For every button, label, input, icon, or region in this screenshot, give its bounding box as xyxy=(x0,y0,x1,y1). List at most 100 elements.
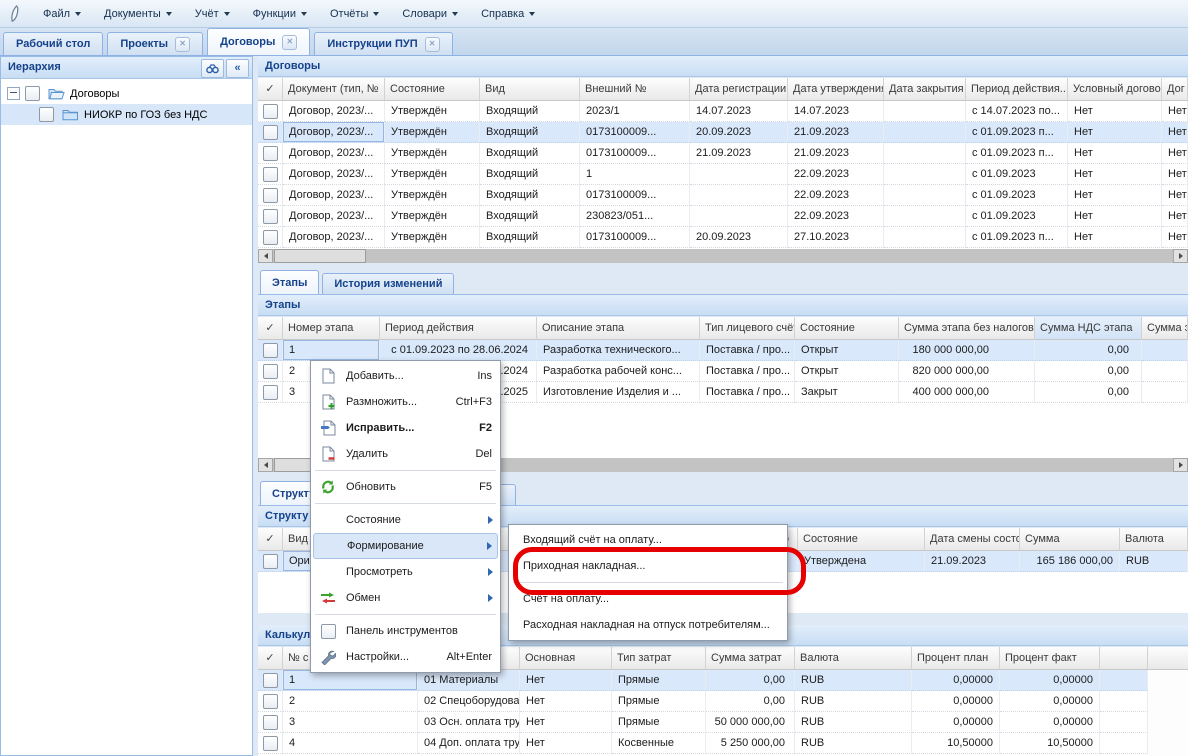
cell[interactable]: Изготовление Изделия и ... xyxy=(537,382,700,403)
cell[interactable]: 02 Спецоборудование xyxy=(418,691,520,712)
cell[interactable]: 0,00000 xyxy=(912,670,1000,691)
cell[interactable]: Утверждён xyxy=(385,185,480,206)
header-period[interactable]: Период действия xyxy=(380,317,537,340)
cell[interactable]: 0,00000 xyxy=(1000,712,1100,733)
header-description[interactable]: Описание этапа xyxy=(537,317,700,340)
header-close-date[interactable]: Дата закрытия xyxy=(884,78,966,101)
cell[interactable]: 20.09.2023 xyxy=(690,227,788,248)
cell[interactable]: с 01.09.2023 п... xyxy=(966,227,1068,248)
row-checkbox[interactable] xyxy=(263,736,278,751)
row-checkbox-cell[interactable] xyxy=(258,143,283,164)
cell[interactable]: 22.09.2023 xyxy=(788,185,884,206)
row-checkbox[interactable] xyxy=(263,209,278,224)
header-cost-type[interactable]: Тип затрат xyxy=(612,647,706,670)
cell[interactable]: Нет xyxy=(1068,164,1162,185)
tab-contracts[interactable]: Договоры✕ xyxy=(207,28,310,55)
cell[interactable]: Входящий xyxy=(480,185,580,206)
header-cost-sum[interactable]: Сумма затрат xyxy=(706,647,795,670)
tab-instructions[interactable]: Инструкции ПУП✕ xyxy=(314,32,452,55)
header-reg-date[interactable]: Дата регистрации. xyxy=(690,78,788,101)
cell[interactable]: 1 xyxy=(283,340,380,361)
cell[interactable]: 1 xyxy=(283,670,418,691)
row-checkbox-cell[interactable] xyxy=(258,551,283,572)
cell[interactable]: Открыт xyxy=(795,361,899,382)
header-check-column[interactable]: ✓ xyxy=(258,528,283,551)
tree-node-checkbox[interactable] xyxy=(25,86,40,101)
menu-item-toolbar[interactable]: Панель инструментов xyxy=(313,618,498,644)
row-checkbox-cell[interactable] xyxy=(258,164,283,185)
menu-item-exchange[interactable]: Обмен xyxy=(313,585,498,611)
collapse-panel-button[interactable]: « xyxy=(226,59,249,78)
cell[interactable]: Утверждён xyxy=(385,206,480,227)
row-checkbox[interactable] xyxy=(263,125,278,140)
cell[interactable]: Входящий xyxy=(480,227,580,248)
cell[interactable] xyxy=(884,185,966,206)
header-percent-plan[interactable]: Процент план xyxy=(912,647,1000,670)
cell[interactable]: 27.10.2023 xyxy=(788,227,884,248)
tab-history[interactable]: История изменений xyxy=(322,273,454,294)
scroll-left-arrow[interactable] xyxy=(258,458,273,472)
header-conditional[interactable]: Условный договор xyxy=(1068,78,1162,101)
cell[interactable]: Открыт xyxy=(795,340,899,361)
cell[interactable]: Прямые xyxy=(612,670,706,691)
cell[interactable]: Разработка технического... xyxy=(537,340,700,361)
row-checkbox-cell[interactable] xyxy=(258,227,283,248)
row-checkbox-cell[interactable] xyxy=(258,101,283,122)
row-checkbox[interactable] xyxy=(263,694,278,709)
cell[interactable]: Входящий xyxy=(480,164,580,185)
table-row[interactable]: Договор, 2023/... Утверждён Входящий 017… xyxy=(258,143,1188,164)
cell[interactable]: 10,50000 xyxy=(912,733,1000,754)
cell[interactable]: RUB xyxy=(795,733,912,754)
cell[interactable]: RUB xyxy=(795,670,912,691)
cell[interactable]: с 01.09.2023 п... xyxy=(966,143,1068,164)
cell[interactable]: Нет xyxy=(1068,206,1162,227)
cell[interactable]: RUB xyxy=(795,691,912,712)
tree-node-niokr[interactable]: НИОКР по ГОЗ без НДС xyxy=(1,104,252,125)
cell[interactable]: 1 xyxy=(580,164,690,185)
cell[interactable]: 400 000 000,00 xyxy=(899,382,1035,403)
cell[interactable]: Закрыт xyxy=(795,382,899,403)
row-checkbox[interactable] xyxy=(263,188,278,203)
menu-item-settings[interactable]: Настройки... Alt+Enter xyxy=(313,644,498,670)
row-checkbox-cell[interactable] xyxy=(258,122,283,143)
cell[interactable]: с 01.09.2023 xyxy=(966,206,1068,227)
submenu-item-payment-invoice[interactable]: Счёт на оплату... xyxy=(511,586,785,612)
cell[interactable]: 22.09.2023 xyxy=(788,206,884,227)
cell[interactable]: Нет xyxy=(1068,185,1162,206)
row-checkbox-cell[interactable] xyxy=(258,340,283,361)
menu-item-delete[interactable]: Удалить Del xyxy=(313,441,498,467)
menu-documents[interactable]: Документы xyxy=(97,1,179,27)
cell[interactable]: Косвенные xyxy=(612,733,706,754)
cell[interactable]: 230823/051... xyxy=(580,206,690,227)
header-currency[interactable]: Валюта xyxy=(795,647,912,670)
cell[interactable]: 0,00000 xyxy=(1000,691,1100,712)
cell[interactable]: 01 Материалы xyxy=(418,670,520,691)
header-main[interactable]: Основная xyxy=(520,647,612,670)
row-checkbox[interactable] xyxy=(263,364,278,379)
header-cut[interactable]: Сумма эт xyxy=(1142,317,1188,340)
cell[interactable]: 21.09.2023 xyxy=(690,143,788,164)
cell[interactable]: Нет xyxy=(520,733,612,754)
cell[interactable]: Нет xyxy=(1068,227,1162,248)
row-checkbox[interactable] xyxy=(263,104,278,119)
table-row[interactable]: 3 03 Осн. оплата труда Нет Прямые 50 000… xyxy=(258,712,1148,733)
header-period[interactable]: Период действия.. xyxy=(966,78,1068,101)
table-row[interactable]: Договор, 2023/... Утверждён Входящий 1 2… xyxy=(258,164,1188,185)
header-kind[interactable]: Вид xyxy=(480,78,580,101)
close-icon[interactable]: ✕ xyxy=(282,35,297,50)
scroll-left-arrow[interactable] xyxy=(258,249,273,263)
collapse-expander-icon[interactable] xyxy=(7,87,20,100)
cell[interactable]: Нет xyxy=(520,712,612,733)
menu-item-edit[interactable]: Исправить... F2 xyxy=(313,415,498,441)
h-scrollbar[interactable] xyxy=(258,249,1188,263)
cell[interactable]: Нет xyxy=(1162,227,1188,248)
row-checkbox-cell[interactable] xyxy=(258,712,283,733)
cell[interactable]: 3 xyxy=(283,712,418,733)
cell[interactable]: 0,00 xyxy=(706,670,795,691)
cell[interactable]: 03 Осн. оплата труда xyxy=(418,712,520,733)
row-checkbox-cell[interactable] xyxy=(258,206,283,227)
cell[interactable]: 2023/1 xyxy=(580,101,690,122)
cell[interactable]: 0,00000 xyxy=(912,712,1000,733)
menu-item-formation[interactable]: Формирование xyxy=(313,533,498,559)
cell[interactable]: Утверждён xyxy=(385,227,480,248)
